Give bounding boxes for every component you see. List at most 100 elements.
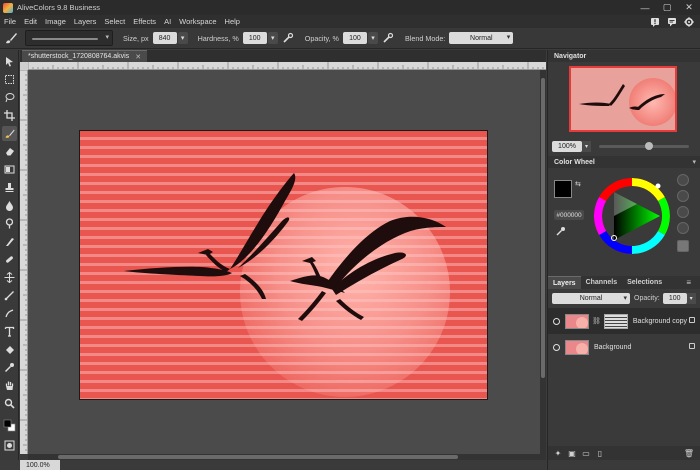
wheel-mode-1-icon[interactable] [677, 174, 689, 186]
menu-help[interactable]: Help [225, 17, 240, 26]
zoom-status-field[interactable]: 100.0% [20, 460, 60, 470]
zoom-tool-icon[interactable] [2, 396, 17, 411]
stamp-tool-icon[interactable] [2, 180, 17, 195]
navigator-header[interactable]: Navigator [548, 50, 700, 62]
menu-file[interactable]: File [4, 17, 16, 26]
maximize-button[interactable]: ▢ [656, 0, 678, 15]
canvas-area[interactable] [28, 70, 540, 454]
layer-effects-icon[interactable]: ✦ [554, 449, 562, 458]
pen-tool-icon[interactable] [2, 306, 17, 321]
wheel-mode-4-icon[interactable] [677, 222, 689, 234]
zoom-slider-knob[interactable] [645, 141, 653, 150]
layer-lock-icon[interactable] [689, 317, 695, 323]
smudge-tool-icon[interactable] [2, 234, 17, 249]
tab-selections[interactable]: Selections [622, 276, 667, 289]
lasso-tool-icon[interactable] [2, 90, 17, 105]
color-wheel-title: Color Wheel [554, 158, 595, 166]
crop-tool-icon[interactable] [2, 108, 17, 123]
tab-channels[interactable]: Channels [581, 276, 623, 289]
pressure-opacity-icon[interactable] [381, 31, 395, 45]
opacity-dropdown[interactable]: ▾ [367, 32, 378, 44]
close-tab-icon[interactable]: ✕ [135, 53, 141, 61]
notification-icon[interactable] [649, 16, 660, 27]
dodge-tool-icon[interactable] [2, 216, 17, 231]
canvas-vertical-scrollbar[interactable] [540, 70, 546, 454]
opacity-input[interactable]: 100 [342, 32, 367, 44]
menu-select[interactable]: Select [104, 17, 125, 26]
hand-tool-icon[interactable] [2, 378, 17, 393]
layers-menu-icon[interactable]: ≡ [686, 278, 691, 287]
navigator-preview[interactable] [569, 66, 677, 132]
size-input[interactable]: 840 [152, 32, 177, 44]
brush-preset-picker[interactable] [25, 30, 113, 46]
fill-tool-icon[interactable] [2, 342, 17, 357]
transform-tool-icon[interactable] [2, 270, 17, 285]
shape-tool-icon[interactable] [2, 288, 17, 303]
minimize-button[interactable]: — [634, 0, 656, 15]
brush-tool-active-icon[interactable] [2, 126, 17, 141]
add-mask-icon[interactable]: ▣ [568, 449, 576, 458]
brush-tool-icon[interactable] [3, 30, 19, 46]
blend-mode-label: Blend Mode: [404, 33, 446, 43]
layer-lock-icon[interactable] [689, 343, 695, 349]
menu-edit[interactable]: Edit [24, 17, 37, 26]
blend-mode-select[interactable]: Normal [449, 32, 514, 44]
marquee-tool-icon[interactable] [2, 72, 17, 87]
layer-blend-select[interactable]: Normal [552, 292, 630, 304]
move-tool-icon[interactable] [2, 54, 17, 69]
wheel-square-mode-icon[interactable] [677, 240, 689, 252]
healing-tool-icon[interactable] [2, 252, 17, 267]
vertical-ruler [20, 70, 28, 454]
quick-mask-icon[interactable] [2, 438, 17, 453]
blur-tool-icon[interactable] [2, 198, 17, 213]
size-label: Size, px [123, 33, 149, 43]
navigator-title: Navigator [554, 52, 587, 60]
layer-row-background[interactable]: Background [548, 334, 700, 360]
hex-color-field[interactable]: #000000 [554, 210, 584, 220]
menu-ai[interactable]: AI [164, 17, 171, 26]
document-tab[interactable]: *shutterstock_1720808764.akvis ✕ [22, 50, 148, 62]
menu-layers[interactable]: Layers [74, 17, 97, 26]
foreground-color-swatch[interactable] [554, 180, 572, 198]
text-tool-icon[interactable] [2, 324, 17, 339]
mask-link-icon[interactable]: ⛓ [592, 317, 601, 325]
layer-opacity-input[interactable]: 100 [662, 292, 687, 304]
new-layer-icon[interactable]: ▯ [596, 449, 604, 458]
menu-effects[interactable]: Effects [133, 17, 156, 26]
hardness-input[interactable]: 100 [242, 32, 267, 44]
layer-row-background-copy[interactable]: ⛓ Background copy [548, 308, 700, 334]
chat-icon[interactable] [666, 16, 677, 27]
eraser-tool-icon[interactable] [2, 144, 17, 159]
eyedropper-icon[interactable] [556, 226, 566, 236]
color-wheel[interactable] [592, 176, 672, 256]
delete-layer-icon[interactable]: 🗑 [684, 449, 694, 458]
pressure-hardness-icon[interactable] [281, 31, 295, 45]
eyedropper-tool-icon[interactable] [2, 360, 17, 375]
color-wheel-header[interactable]: Color Wheel ▾ [548, 156, 700, 168]
swap-colors-icon[interactable]: ⇆ [575, 180, 583, 188]
document-image[interactable] [79, 130, 488, 400]
hardness-dropdown[interactable]: ▾ [267, 32, 278, 44]
layer-mask-thumbnail[interactable] [603, 313, 628, 329]
menu-image[interactable]: Image [45, 17, 66, 26]
layer-visibility-icon[interactable] [553, 317, 560, 325]
close-button[interactable]: ✕ [678, 0, 700, 15]
menu-workspace[interactable]: Workspace [179, 17, 216, 26]
gear-icon[interactable] [683, 16, 694, 27]
horizontal-scroll-thumb[interactable] [58, 455, 458, 459]
wheel-mode-3-icon[interactable] [677, 206, 689, 218]
navigator-zoom-dropdown[interactable]: ▾ [582, 140, 591, 152]
navigator-zoom-input[interactable]: 100% [552, 140, 582, 152]
navigator-zoom-slider[interactable] [599, 141, 689, 150]
wheel-mode-2-icon[interactable] [677, 190, 689, 202]
color-wheel-menu-icon[interactable]: ▾ [692, 158, 696, 166]
new-folder-icon[interactable]: ▭ [582, 449, 590, 458]
layer-visibility-icon[interactable] [553, 343, 560, 351]
tab-layers[interactable]: Layers [548, 276, 581, 289]
vertical-scroll-thumb[interactable] [541, 78, 545, 378]
layer-opacity-dropdown[interactable]: ▾ [686, 292, 696, 304]
color-swatches-icon[interactable] [2, 418, 17, 433]
size-dropdown[interactable]: ▾ [177, 32, 188, 44]
document-tab-title: *shutterstock_1720808764.akvis [28, 53, 130, 60]
gradient-tool-icon[interactable] [2, 162, 17, 177]
